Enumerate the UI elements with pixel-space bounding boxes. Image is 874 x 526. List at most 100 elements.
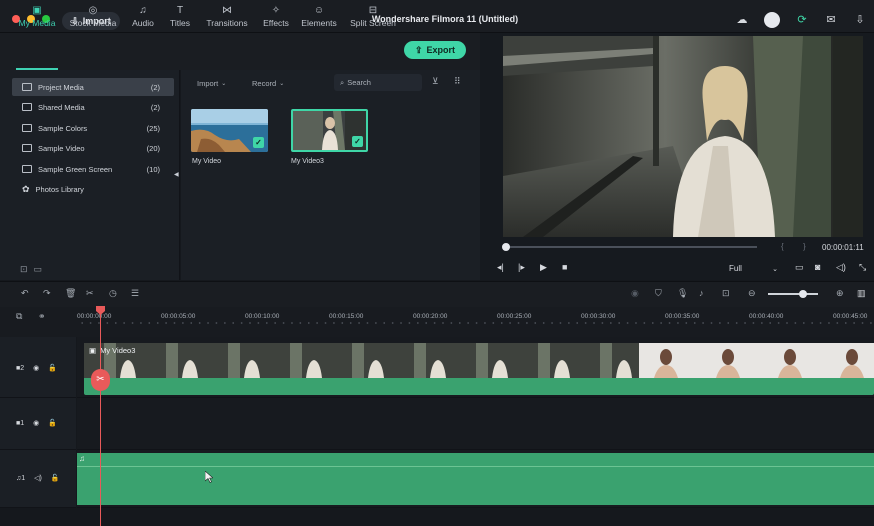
speed-icon[interactable]: ◷ — [109, 288, 117, 299]
sidebar-item-photos-library[interactable]: ✿ Photos Library — [12, 180, 174, 198]
redo-icon[interactable]: ↷ — [43, 288, 51, 299]
import-dropdown[interactable]: Import ⌄ — [197, 76, 226, 90]
my-media-icon: ▣ — [32, 5, 42, 16]
microphone-icon[interactable]: 🎙 — [677, 288, 688, 299]
clip-label: ▣ My Video3 — [89, 346, 136, 355]
zoom-slider[interactable] — [768, 293, 818, 295]
eye-icon[interactable]: ◉ — [33, 419, 39, 427]
ruler-label: 00:00:25:00 — [497, 313, 532, 320]
ruler-label: 00:00:15:00 — [329, 313, 364, 320]
mouse-cursor-icon — [204, 470, 214, 485]
folder-icon — [22, 103, 32, 111]
support-icon[interactable]: ⟳ — [795, 13, 809, 27]
export-icon: ⇪ — [414, 44, 423, 55]
fullscreen-icon[interactable]: ⤡ — [859, 262, 866, 273]
audio-volume-line[interactable] — [77, 466, 874, 467]
checkmark-icon: ✓ — [253, 137, 264, 148]
quality-select[interactable]: Full ⌄ — [729, 264, 778, 273]
tab-elements[interactable]: ☺ Elements — [298, 4, 340, 36]
sidebar-item-sample-video[interactable]: Sample Video (20) — [12, 139, 174, 157]
link-icon[interactable]: ⚭ — [38, 311, 46, 322]
sidebar-item-project-media[interactable]: Project Media (2) — [12, 78, 174, 96]
mark-out-icon[interactable]: } — [803, 242, 806, 251]
account-avatar[interactable] — [764, 12, 780, 28]
delete-icon[interactable]: 🗑 — [65, 288, 76, 299]
tab-my-media[interactable]: ▣ My Media — [14, 4, 60, 36]
chevron-down-icon: ⌄ — [221, 80, 227, 87]
folder-icon — [22, 124, 32, 132]
folder-open-icon[interactable]: ▭ — [34, 264, 49, 274]
download-icon[interactable]: ⇩ — [853, 13, 867, 27]
lock-icon[interactable]: 🔓 — [48, 419, 57, 427]
ruler-label: 00:00:35:00 — [665, 313, 700, 320]
undo-icon[interactable]: ↶ — [21, 288, 29, 299]
photos-icon: ✿ — [22, 183, 30, 194]
media-thumbnail-selected[interactable]: ✓ — [291, 109, 368, 152]
video-track-icon: ■1 — [16, 419, 25, 427]
adjust-icon[interactable]: ☰ — [131, 288, 139, 299]
mark-in-icon[interactable]: { — [781, 242, 784, 251]
audio-icon: ♫ — [139, 5, 147, 16]
sidebar-item-sample-green-screen[interactable]: Sample Green Screen (10) — [12, 160, 174, 178]
tab-effects[interactable]: ✧ Effects — [259, 4, 293, 36]
audio-clip[interactable] — [77, 453, 874, 505]
preview-timecode: 00:00:01:11 — [822, 243, 864, 252]
layout-icon[interactable]: ▥ — [857, 288, 866, 299]
volume-icon[interactable]: ◁) — [836, 262, 846, 273]
collapse-sidebar-icon[interactable]: ◀ — [174, 171, 179, 178]
eye-icon[interactable]: ◉ — [33, 364, 39, 372]
chevron-down-icon: ⌄ — [772, 266, 778, 273]
folder-icon — [22, 83, 32, 91]
export-button[interactable]: ⇪ Export — [404, 41, 466, 59]
tab-split-screen[interactable]: ⊟ Split Screen — [347, 4, 399, 36]
filter-icon[interactable]: ⊻ — [432, 76, 439, 87]
video-preview[interactable] — [503, 36, 863, 237]
add-track-icon[interactable]: ⧉ — [16, 311, 22, 322]
ruler-label: 00:00:30:00 — [581, 313, 616, 320]
ruler-label: 00:00:05:00 — [161, 313, 196, 320]
zoom-in-icon[interactable]: ⊕ — [836, 288, 844, 299]
tab-stock-media[interactable]: ◎ Stock Media — [66, 4, 120, 36]
cloud-icon[interactable]: ☁ — [735, 13, 749, 27]
tab-audio[interactable]: ♫ Audio — [128, 4, 158, 36]
video-track-icon: ■2 — [16, 364, 25, 372]
split-scissors-icon[interactable]: ✂ — [91, 369, 110, 391]
tab-transitions[interactable]: ⋈ Transitions — [203, 4, 251, 36]
tab-titles[interactable]: T Titles — [166, 4, 194, 36]
step-forward-icon[interactable]: |▸ — [518, 262, 525, 273]
zoom-out-icon[interactable]: ⊖ — [748, 288, 756, 299]
captions-icon[interactable]: ⊡ — [722, 288, 730, 299]
ruler-ticks — [78, 320, 874, 326]
effects-icon: ✧ — [271, 5, 281, 16]
audio-mixer-icon[interactable]: ♪ — [699, 288, 704, 298]
grid-view-icon[interactable]: ⠿ — [454, 76, 461, 87]
speaker-icon[interactable]: ◁) — [34, 474, 42, 482]
new-folder-icon[interactable]: ⊡ — [20, 264, 34, 274]
media-thumbnail[interactable]: ✓ — [191, 109, 268, 152]
audio-track-icon: ♫1 — [16, 474, 26, 482]
track-video-1[interactable] — [77, 398, 874, 450]
mail-icon[interactable]: ✉ — [824, 13, 838, 27]
search-input[interactable]: ⌕ Search — [334, 74, 422, 91]
ruler-label: 00:00:40:00 — [749, 313, 784, 320]
audio-clip-icon: ♫ — [79, 454, 85, 463]
render-icon[interactable]: ◉ — [631, 288, 639, 299]
sidebar-item-shared-media[interactable]: Shared Media (2) — [12, 98, 174, 116]
display-icon[interactable]: ▭ — [795, 262, 804, 273]
scrubber-handle[interactable] — [501, 243, 510, 251]
sidebar-item-sample-colors[interactable]: Sample Colors (25) — [12, 119, 174, 137]
stop-icon[interactable]: ■ — [562, 262, 567, 272]
lock-icon[interactable]: 🔓 — [51, 474, 60, 482]
zoom-slider-handle[interactable] — [799, 290, 807, 298]
lock-icon[interactable]: 🔓 — [48, 364, 57, 372]
elements-icon: ☺ — [313, 5, 325, 16]
play-icon[interactable]: ▶ — [540, 262, 547, 273]
record-dropdown[interactable]: Record ⌄ — [252, 76, 284, 90]
step-back-icon[interactable]: ◂| — [497, 262, 504, 273]
preview-scrubber[interactable] — [503, 246, 757, 248]
playhead[interactable] — [100, 308, 101, 526]
cut-icon[interactable]: ✂ — [86, 288, 94, 299]
titles-icon: T — [176, 5, 184, 16]
snapshot-icon[interactable]: ◙ — [815, 262, 820, 272]
marker-icon[interactable]: ⛉ — [655, 288, 662, 299]
